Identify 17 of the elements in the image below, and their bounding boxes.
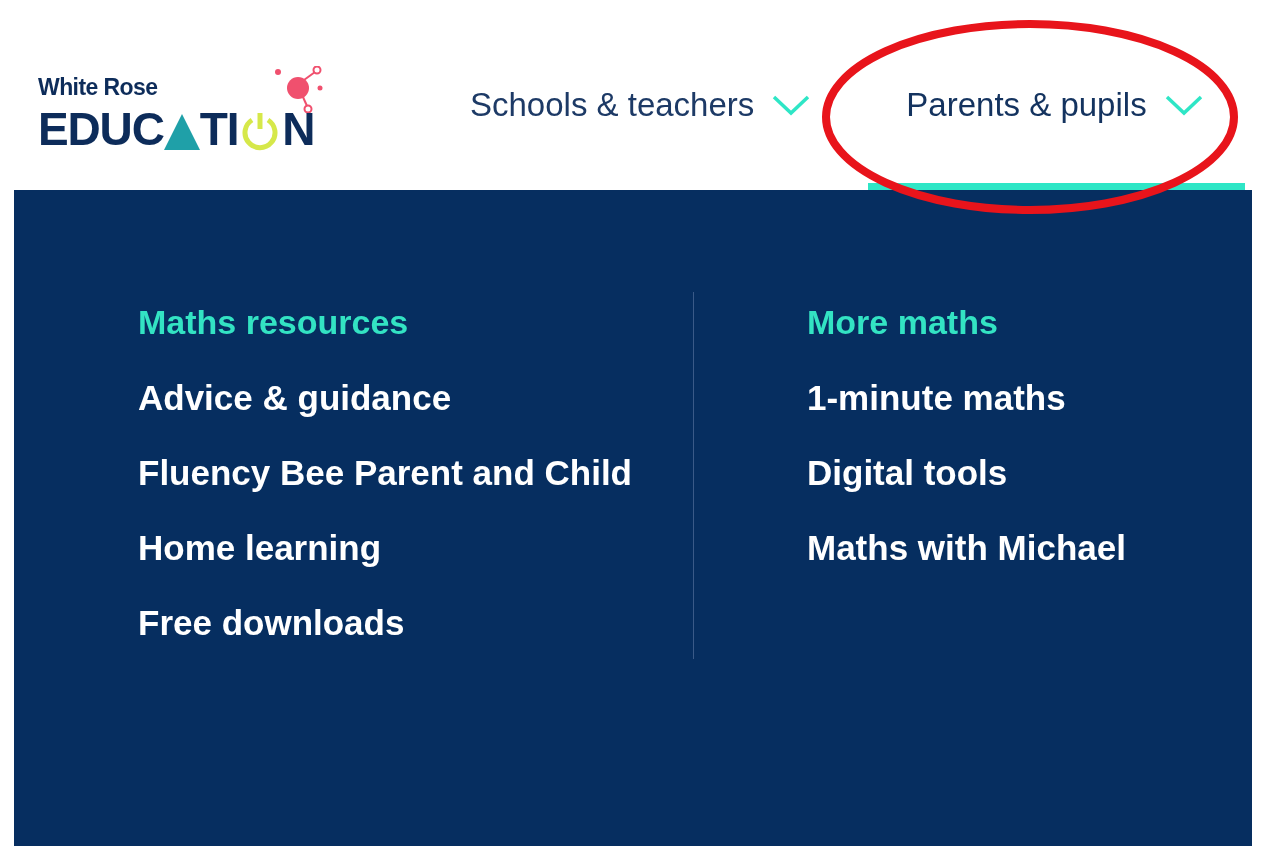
logo-text: EDUC — [38, 106, 164, 152]
menu-link[interactable]: Fluency Bee Parent and Child — [138, 452, 632, 493]
menu-link[interactable]: Advice & guidance — [138, 377, 452, 418]
menu-link[interactable]: Home learning — [138, 527, 382, 568]
menu-link[interactable]: Digital tools — [807, 452, 1008, 493]
menu-heading: Maths resources — [138, 302, 410, 343]
menu-link[interactable]: 1-minute maths — [807, 377, 1066, 418]
logo-text: N — [282, 106, 315, 152]
logo-text: TI — [199, 106, 239, 152]
menu-heading: More maths — [807, 302, 999, 343]
menu-link[interactable]: Free downloads — [138, 602, 405, 643]
logo-text: White Rose — [38, 76, 158, 99]
menu-link[interactable]: Maths with Michael — [807, 527, 1126, 568]
chevron-down-icon — [772, 94, 811, 116]
triangle-icon — [163, 114, 200, 150]
chevron-down-icon — [1164, 94, 1203, 116]
nav-tab[interactable]: Schools & teachers — [432, 80, 853, 190]
